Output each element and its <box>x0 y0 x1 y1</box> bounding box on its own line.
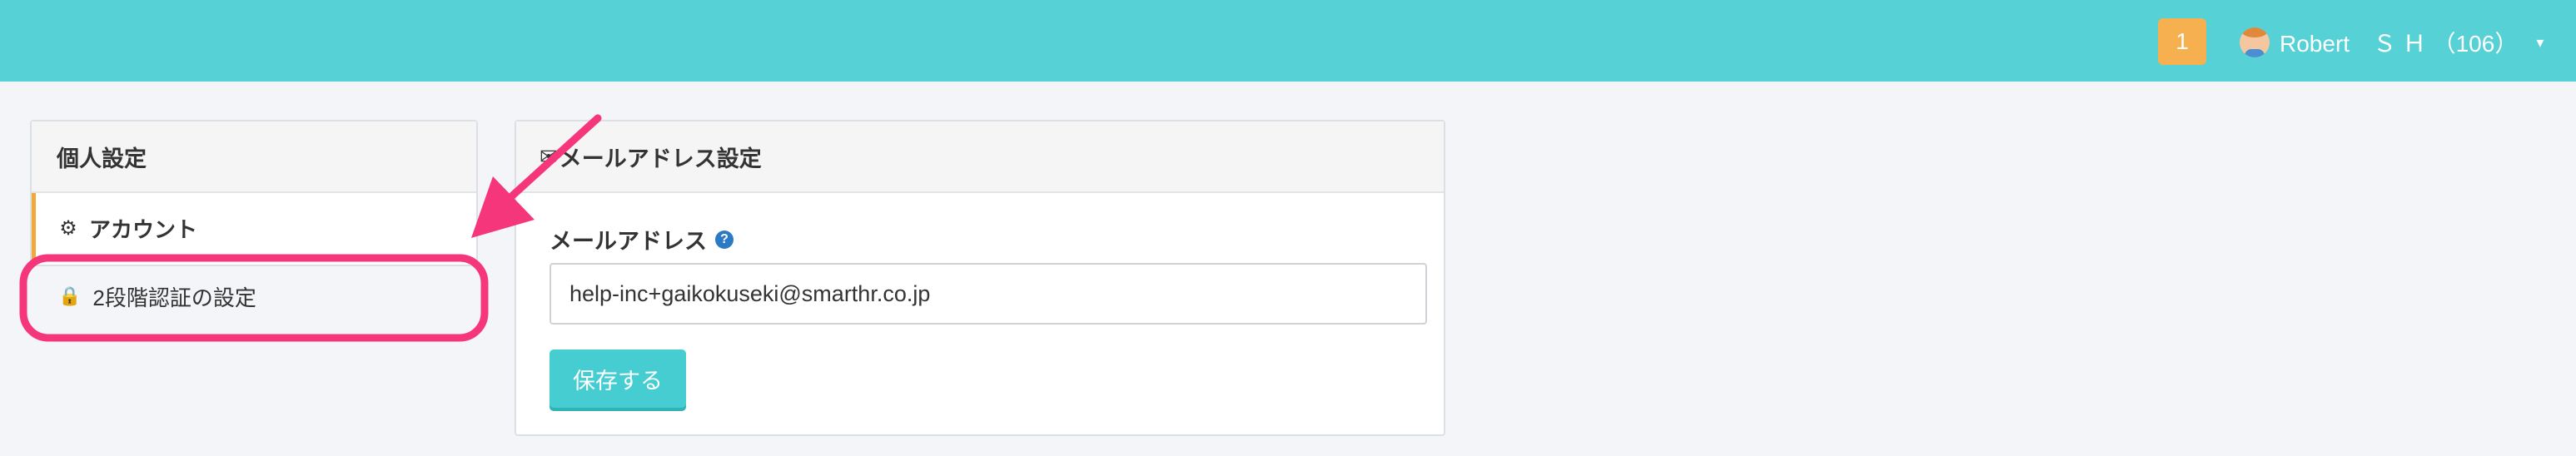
sidebar-item-label: アカウント <box>89 216 198 242</box>
panel-title-text: メールアドレス設定 <box>559 146 762 171</box>
sidebar-item-account[interactable]: ⚙ アカウント <box>32 193 476 263</box>
top-navbar: 1 Robert Ｓ Ｈ （106） ▾ <box>0 0 2576 82</box>
lock-icon: 🔒 <box>58 285 82 306</box>
save-button[interactable]: 保存する <box>550 349 686 408</box>
sidebar-item-two-factor[interactable]: 🔒 2段階認証の設定 <box>30 266 478 326</box>
sidebar-item-label: 2段階認証の設定 <box>92 285 256 310</box>
user-menu[interactable]: Robert Ｓ Ｈ （106） ▾ <box>2240 22 2544 63</box>
user-name: Robert Ｓ Ｈ （106） <box>2280 31 2519 57</box>
email-field[interactable] <box>550 263 1427 325</box>
email-field-label: メールアドレス ? <box>550 223 734 255</box>
chevron-down-icon: ▾ <box>2536 33 2544 51</box>
email-label-text: メールアドレス <box>550 229 707 254</box>
envelope-icon: ✉ <box>540 143 558 169</box>
sidebar-title: 個人設定 <box>32 121 476 193</box>
email-settings-panel: ✉ メールアドレス設定 メールアドレス ? 保存する <box>515 120 1445 436</box>
avatar <box>2240 27 2270 57</box>
gear-icon: ⚙ <box>59 216 77 240</box>
panel-title: ✉ メールアドレス設定 <box>516 121 1444 193</box>
notification-badge[interactable]: 1 <box>2158 18 2206 65</box>
settings-sidebar: 個人設定 ⚙ アカウント <box>30 120 478 266</box>
help-icon[interactable]: ? <box>715 230 734 249</box>
